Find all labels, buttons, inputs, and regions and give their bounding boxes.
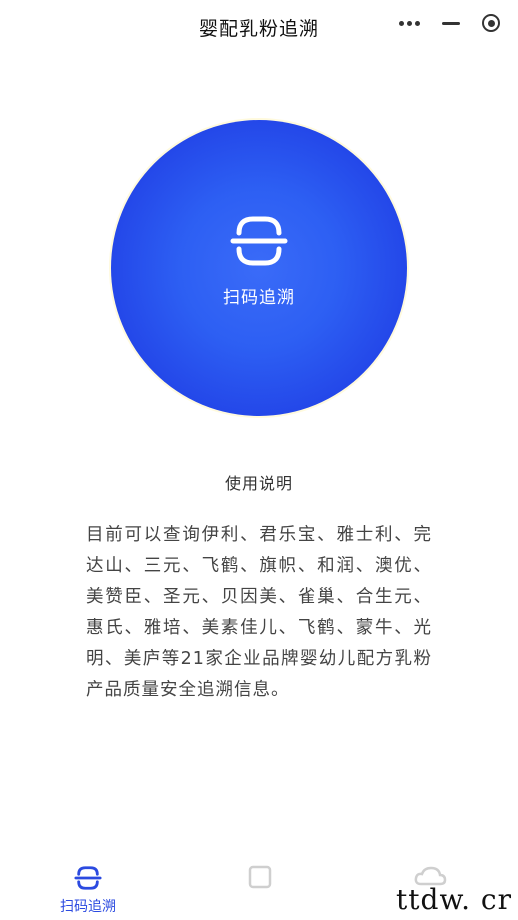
bottom-tab-bar: 扫码追溯 ttdw. cr [0, 856, 518, 920]
square-icon [248, 865, 272, 889]
scan-icon [74, 866, 102, 890]
scan-icon [230, 216, 288, 265]
tab-second[interactable] [200, 864, 320, 894]
usage-title: 使用说明 [224, 474, 293, 493]
mini-program-capsule [399, 14, 500, 32]
scan-trace-button[interactable]: 扫码追溯 [111, 120, 407, 416]
tab-scan-trace-label: 扫码追溯 [60, 899, 116, 915]
minimize-icon[interactable] [442, 21, 460, 25]
watermark-text: ttdw. cr [396, 883, 512, 916]
tab-scan-trace[interactable]: 扫码追溯 [28, 864, 148, 916]
scan-button-wrapper: 扫码追溯 [111, 120, 407, 416]
scan-button-label: 扫码追溯 [223, 287, 295, 308]
close-target-icon[interactable] [482, 14, 500, 32]
header-bar: 婴配乳粉追溯 [0, 0, 518, 56]
usage-description: 目前可以查询伊利、君乐宝、雅士利、完达山、三元、飞鹤、旗帜、和润、澳优、美赞臣、… [86, 525, 432, 700]
more-icon[interactable] [399, 20, 420, 26]
